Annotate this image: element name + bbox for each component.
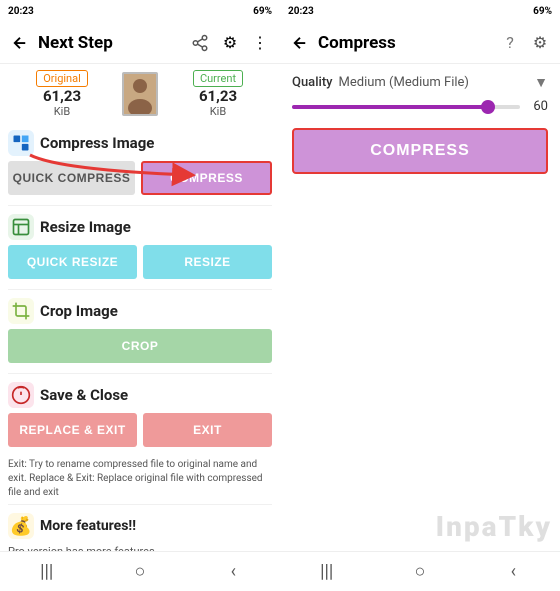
divider-1 [8, 205, 272, 206]
current-label: Current [193, 70, 243, 87]
compress-section: Compress Image QUICK COMPRESS COMPRESS [0, 124, 280, 203]
image-info-row: Original 61,23 KiB Current 61,23 KiB [0, 64, 280, 124]
crop-button[interactable]: CROP [8, 329, 272, 363]
compress-button[interactable]: COMPRESS [141, 161, 272, 195]
quick-resize-button[interactable]: QUICK RESIZE [8, 245, 137, 279]
share-icon[interactable] [188, 31, 212, 55]
more-features-header: 💰 More features!! [8, 513, 272, 539]
crop-btn-row: CROP [8, 329, 272, 363]
original-unit: KiB [54, 105, 70, 118]
left-nav-back[interactable]: ‹ [217, 556, 249, 588]
current-value: 61,23 [199, 87, 237, 105]
quick-compress-button[interactable]: QUICK COMPRESS [8, 161, 135, 195]
right-nav-recents[interactable]: ||| [311, 556, 343, 588]
left-status-bar: 20:23 69% [0, 0, 280, 22]
left-top-nav: Next Step ⚙ ⋮ [0, 22, 280, 64]
resize-button[interactable]: RESIZE [143, 245, 272, 279]
divider-2 [8, 289, 272, 290]
right-panel: 20:23 69% Compress ? ⚙ Quality Medium (M… [280, 0, 560, 591]
right-help-icon[interactable]: ? [498, 31, 522, 55]
more-features-section: 💰 More features!! Pro version has more f… [0, 507, 280, 551]
current-unit: KiB [210, 105, 226, 118]
right-time: 20:23 [288, 6, 314, 17]
more-line-0: Pro version has more features.. [8, 544, 272, 551]
original-value: 61,23 [43, 87, 81, 105]
crop-title: Crop Image [40, 302, 118, 320]
resize-title: Resize Image [40, 218, 131, 236]
slider-container: 60 [280, 95, 560, 116]
right-nav-title: Compress [318, 33, 492, 53]
left-time: 20:23 [8, 6, 34, 17]
quality-row: Quality Medium (Medium File) ▼ [280, 64, 560, 95]
crop-header: Crop Image [8, 298, 272, 324]
settings-icon[interactable]: ⚙ [218, 31, 242, 55]
right-battery: 69% [533, 6, 552, 17]
right-settings-icon[interactable]: ⚙ [528, 31, 552, 55]
left-bottom-nav: ||| ○ ‹ [0, 551, 280, 591]
right-status-bar: 20:23 69% [280, 0, 560, 22]
right-compress-button[interactable]: COMPRESS [292, 128, 548, 174]
save-header: Save & Close [8, 382, 272, 408]
original-info: Original 61,23 KiB [8, 70, 116, 118]
right-nav-back[interactable]: ‹ [497, 556, 529, 588]
resize-header: Resize Image [8, 214, 272, 240]
compress-title: Compress Image [40, 134, 154, 152]
slider-thumb [481, 100, 495, 114]
exit-button[interactable]: EXIT [143, 413, 272, 447]
save-section: Save & Close REPLACE & EXIT EXIT [0, 376, 280, 455]
right-spacer [280, 186, 560, 502]
save-btn-row: REPLACE & EXIT EXIT [8, 413, 272, 447]
replace-exit-button[interactable]: REPLACE & EXIT [8, 413, 137, 447]
more-icon[interactable]: ⋮ [248, 31, 272, 55]
quality-slider[interactable] [292, 105, 520, 109]
right-back-button[interactable] [288, 31, 312, 55]
quality-dropdown-arrow[interactable]: ▼ [534, 74, 548, 91]
right-top-nav: Compress ? ⚙ [280, 22, 560, 64]
thumbnail-image [122, 72, 158, 116]
left-nav-title: Next Step [38, 33, 182, 53]
slider-value: 60 [528, 99, 548, 114]
watermark: InpaTky [280, 502, 560, 551]
left-nav-recents[interactable]: ||| [31, 556, 63, 588]
save-title: Save & Close [40, 386, 128, 404]
original-label: Original [36, 70, 88, 87]
divider-4 [8, 504, 272, 505]
left-nav-home[interactable]: ○ [124, 556, 156, 588]
compress-header: Compress Image [8, 130, 272, 156]
divider-3 [8, 373, 272, 374]
compress-section-icon [8, 130, 34, 156]
left-scroll-content: Compress Image QUICK COMPRESS COMPRESS R… [0, 124, 280, 551]
resize-btn-row: QUICK RESIZE RESIZE [8, 245, 272, 279]
resize-section: Resize Image QUICK RESIZE RESIZE [0, 208, 280, 287]
resize-section-icon [8, 214, 34, 240]
more-features-title: More features!! [40, 518, 136, 534]
current-info: Current 61,23 KiB [164, 70, 272, 118]
compress-btn-row: QUICK COMPRESS COMPRESS [8, 161, 272, 195]
save-section-icon [8, 382, 34, 408]
right-bottom-nav: ||| ○ ‹ [280, 551, 560, 591]
exit-note: Exit: Try to rename compressed file to o… [0, 455, 280, 502]
more-features-text: Pro version has more features.. 1. No li… [8, 544, 272, 551]
quality-label: Quality [292, 75, 333, 90]
quality-value: Medium (Medium File) [339, 75, 529, 90]
left-back-button[interactable] [8, 31, 32, 55]
crop-section: Crop Image CROP [0, 292, 280, 371]
more-features-icon: 💰 [8, 513, 34, 539]
right-nav-home[interactable]: ○ [404, 556, 436, 588]
left-battery: 69% [253, 6, 272, 17]
crop-section-icon [8, 298, 34, 324]
